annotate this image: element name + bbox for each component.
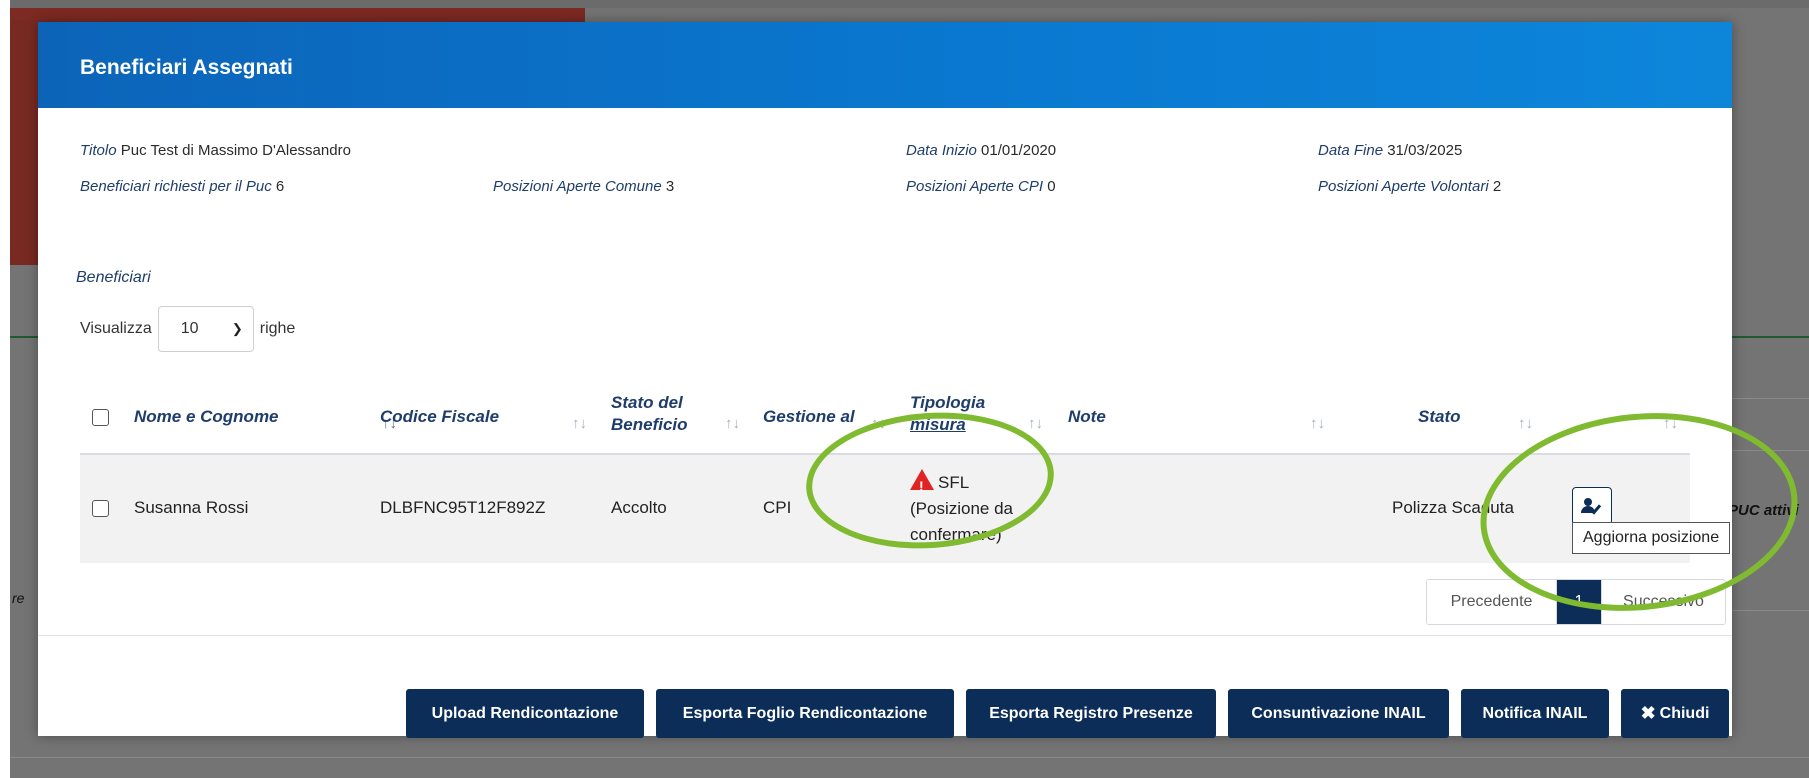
info-data-fine: Data Fine 31/03/2025 xyxy=(1318,142,1462,159)
info-label: Posizioni Aperte Volontari xyxy=(1318,178,1489,195)
info-titolo: Titolo Puc Test di Massimo D'Alessandro xyxy=(80,142,351,159)
section-label-beneficiari: Beneficiari xyxy=(76,269,151,286)
chevron-down-icon: ❯ xyxy=(231,321,243,336)
header-line: Tipologia xyxy=(910,393,986,412)
info-value: 2 xyxy=(1492,178,1502,195)
sort-icon[interactable]: ↑↓ xyxy=(1028,415,1043,432)
background-text: re xyxy=(12,590,25,606)
info-label: Posizioni Aperte Comune xyxy=(493,178,662,195)
modal-header: Beneficiari Assegnati xyxy=(38,22,1732,108)
esporta-foglio-rendicontazione-button[interactable]: Esporta Foglio Rendicontazione xyxy=(656,689,954,738)
info-data-inizio: Data Inizio 01/01/2020 xyxy=(906,142,1056,159)
page-edge xyxy=(0,0,10,778)
header-line: Beneficio xyxy=(611,415,688,434)
cell-gestione: CPI xyxy=(763,498,792,517)
background-separator xyxy=(1730,398,1809,399)
cell-stato-beneficio: Accolto xyxy=(611,498,667,517)
info-label: Titolo xyxy=(80,142,117,159)
sort-icon[interactable]: ↑↓ xyxy=(1310,415,1325,432)
page-length-prefix: Visualizza xyxy=(80,320,152,337)
modal-title: Beneficiari Assegnati xyxy=(80,56,293,79)
close-button-label: Chiudi xyxy=(1659,704,1710,722)
header-line: Stato del xyxy=(611,393,683,412)
sort-icon[interactable]: ↑↓ xyxy=(572,415,587,432)
column-header-codice[interactable]: Codice Fiscale xyxy=(380,406,499,428)
consuntivazione-inail-button[interactable]: Consuntivazione INAIL xyxy=(1228,689,1449,738)
notifica-inail-button[interactable]: Notifica INAIL xyxy=(1461,689,1609,738)
beneficiari-modal: Beneficiari Assegnati Titolo Puc Test di… xyxy=(38,22,1732,738)
page-length-select[interactable]: 10 ❯ xyxy=(157,306,254,352)
info-beneficiari-richiesti: Beneficiari richiesti per il Puc 6 xyxy=(80,178,284,195)
upload-rendicontazione-button[interactable]: Upload Rendicontazione xyxy=(406,689,644,738)
column-header-note[interactable]: Note xyxy=(1068,406,1106,428)
info-label: Posizioni Aperte CPI xyxy=(906,178,1044,195)
page-length-value: 10 xyxy=(180,320,199,337)
info-posizioni-comune: Posizioni Aperte Comune 3 xyxy=(493,178,674,195)
info-posizioni-volontari: Posizioni Aperte Volontari 2 xyxy=(1318,178,1501,195)
column-header-nome[interactable]: Nome e Cognome xyxy=(134,406,279,428)
info-posizioni-cpi: Posizioni Aperte CPI 0 xyxy=(906,178,1056,195)
page-length-control: Visualizza 10 ❯ righe xyxy=(80,306,295,352)
info-label: Data Fine xyxy=(1318,142,1384,159)
cell-codice-fiscale: DLBFNC95T12F892Z xyxy=(380,498,546,517)
info-value: 31/03/2025 xyxy=(1387,142,1463,159)
x-icon: ✖ xyxy=(1640,703,1656,723)
sort-icon[interactable]: ↑↓ xyxy=(725,415,740,432)
footer-divider xyxy=(38,635,1732,636)
info-label: Beneficiari richiesti per il Puc xyxy=(80,178,272,195)
background-separator xyxy=(10,757,1809,758)
info-label: Data Inizio xyxy=(906,142,977,159)
info-value: 6 xyxy=(275,178,285,195)
close-button[interactable]: ✖ Chiudi xyxy=(1621,689,1729,738)
cell-nome: Susanna Rossi xyxy=(134,498,249,517)
info-value: Puc Test di Massimo D'Alessandro xyxy=(120,142,351,159)
row-checkbox[interactable] xyxy=(92,500,109,517)
info-value: 3 xyxy=(665,178,675,195)
esporta-registro-presenze-button[interactable]: Esporta Registro Presenze xyxy=(966,689,1216,738)
select-all-checkbox[interactable] xyxy=(92,409,109,426)
page-length-suffix: righe xyxy=(259,320,296,337)
info-value: 01/01/2020 xyxy=(981,142,1057,159)
background-separator xyxy=(1730,610,1809,611)
column-header-stato-beneficio[interactable]: Stato del Beneficio xyxy=(611,392,688,436)
column-header-gestione[interactable]: Gestione al xyxy=(763,406,855,428)
info-value: 0 xyxy=(1047,178,1056,195)
column-header-stato[interactable]: Stato xyxy=(1418,406,1461,428)
sort-icon[interactable]: ↑↓ xyxy=(1518,415,1533,432)
modal-footer: Upload Rendicontazione Esporta Foglio Re… xyxy=(406,689,1729,738)
